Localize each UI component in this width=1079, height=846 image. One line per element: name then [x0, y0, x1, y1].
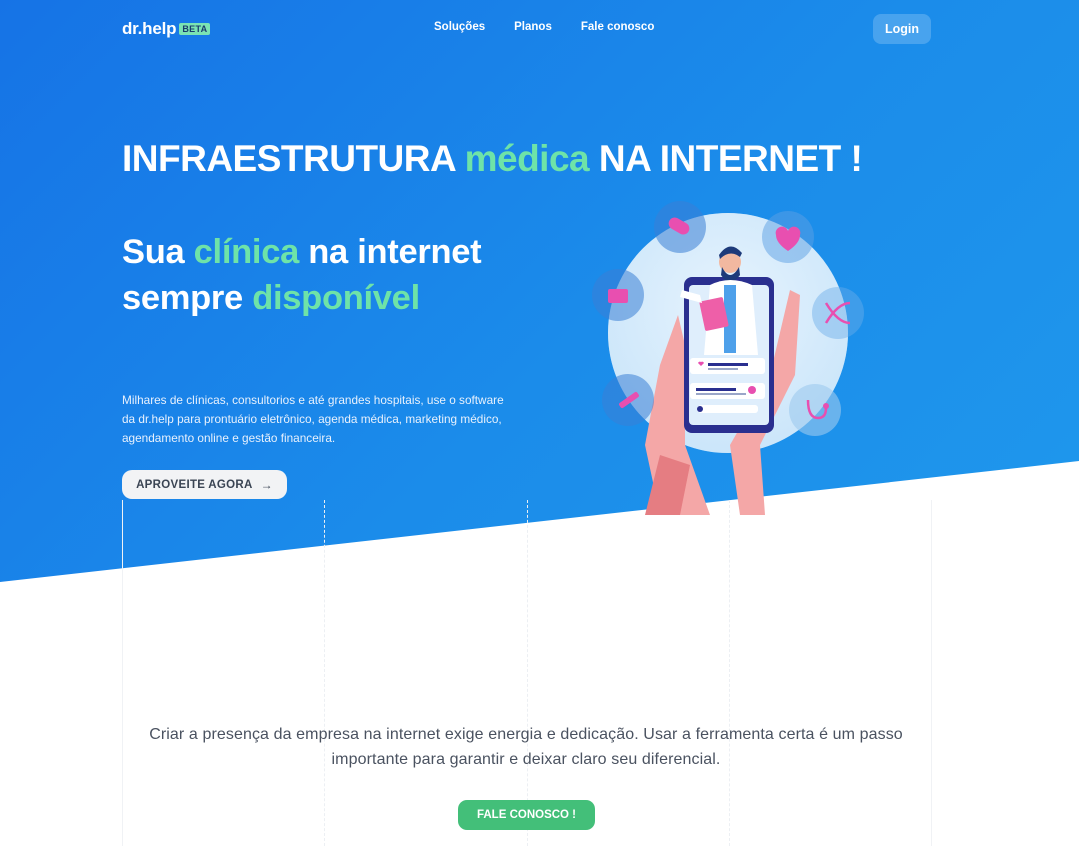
- aproveite-agora-button[interactable]: APROVEITE AGORA →: [122, 470, 287, 499]
- cta-label: APROVEITE AGORA: [136, 478, 253, 491]
- doctor-phone-illustration: [592, 201, 864, 515]
- nav-links: Soluções Planos Fale conosco: [434, 21, 683, 33]
- nav-link-solucoes[interactable]: Soluções: [434, 21, 485, 33]
- subhead-text: Sua: [122, 233, 194, 271]
- beta-badge: BETA: [179, 23, 211, 35]
- headline-text: INFRAESTRUTURA: [122, 138, 465, 179]
- brand-name: dr.help: [122, 19, 177, 38]
- nav-link-fale-conosco[interactable]: Fale conosco: [581, 21, 655, 33]
- headline-text-end: NA INTERNET !: [589, 138, 863, 179]
- arrow-right-icon: →: [260, 477, 273, 492]
- hero-description: Milhares de clínicas, consultorios e até…: [122, 393, 504, 445]
- nav-link-planos[interactable]: Planos: [514, 21, 552, 33]
- guide-line: [527, 500, 528, 846]
- top-navbar: dr.help BETA Soluções Planos Fale conosc…: [0, 0, 1079, 58]
- subhead-accent-disponivel: disponível: [252, 279, 420, 317]
- brand-logo[interactable]: dr.help BETA: [122, 19, 211, 39]
- login-button[interactable]: Login: [873, 14, 931, 44]
- guide-line: [931, 500, 932, 846]
- subhead-accent-clinica: clínica: [193, 233, 300, 271]
- guide-line: [122, 500, 123, 846]
- fale-conosco-button[interactable]: FALE CONOSCO !: [458, 800, 595, 830]
- guide-line: [324, 500, 325, 846]
- headline-accent: médica: [464, 138, 590, 179]
- presence-description: Criar a presença da empresa na internet …: [149, 726, 903, 768]
- hero-subheadline: Sua clínica na internet sempre disponíve…: [122, 229, 482, 321]
- guide-line: [729, 500, 730, 846]
- hero-headline: INFRAESTRUTURA médica NA INTERNET !: [122, 138, 863, 180]
